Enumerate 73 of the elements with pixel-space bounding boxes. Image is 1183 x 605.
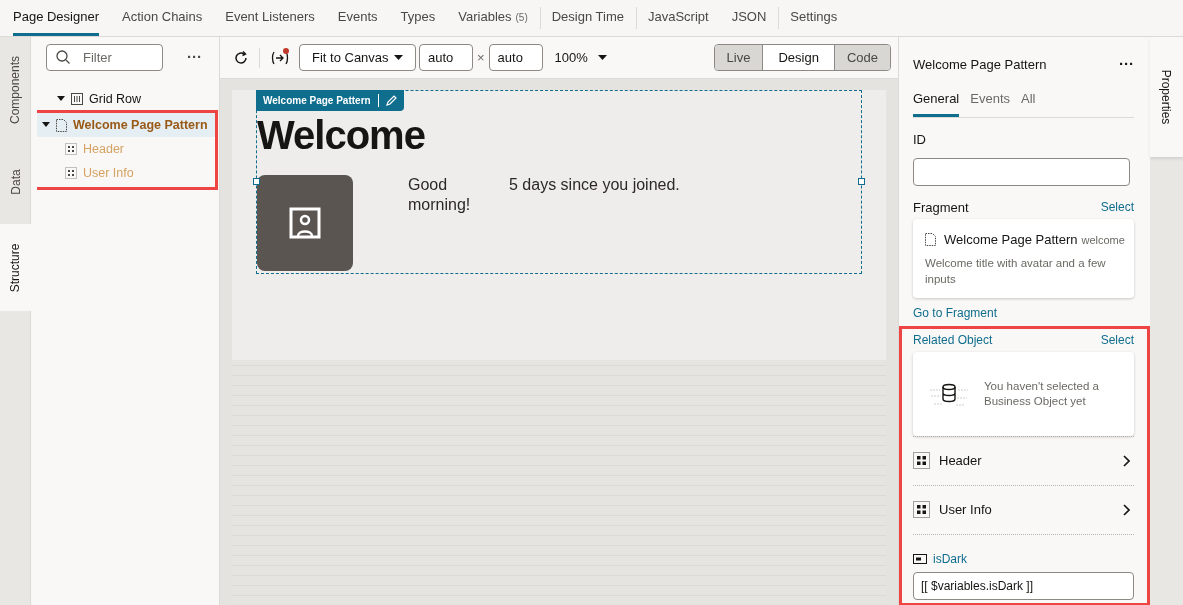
refresh-icon bbox=[234, 50, 248, 65]
go-to-fragment-link[interactable]: Go to Fragment bbox=[913, 303, 1134, 322]
id-field[interactable] bbox=[913, 157, 1130, 186]
caret-icon bbox=[57, 96, 65, 102]
top-tab[interactable]: JSON bbox=[731, 0, 767, 36]
inspector-tab[interactable]: General bbox=[913, 88, 960, 117]
mode-button[interactable]: Code bbox=[833, 45, 890, 70]
slot-icon bbox=[913, 501, 930, 518]
inspector-tab[interactable]: All bbox=[1021, 88, 1036, 117]
field-label: ID bbox=[913, 131, 927, 149]
width-field[interactable]: auto bbox=[419, 44, 473, 71]
side-tab[interactable]: Data bbox=[0, 142, 31, 222]
fit-dropdown[interactable]: Fit to Canvas bbox=[299, 44, 416, 71]
greeting-text: Good morning! bbox=[408, 175, 472, 215]
slot-icon bbox=[65, 143, 77, 155]
top-tab[interactable]: Design Time bbox=[551, 0, 624, 36]
times-sign: × bbox=[477, 48, 485, 67]
search-icon bbox=[56, 50, 70, 64]
parameter-field[interactable]: [[ $variables.isDark ]] bbox=[913, 571, 1134, 600]
resize-handle[interactable] bbox=[253, 178, 260, 185]
slot-icon bbox=[913, 452, 930, 469]
field-label: Fragment bbox=[913, 198, 969, 217]
zoom-dropdown[interactable]: 100% bbox=[554, 47, 607, 68]
side-tab[interactable]: Components bbox=[0, 37, 31, 142]
more-button[interactable]: ··· bbox=[1119, 53, 1134, 76]
parameter-label: isDark bbox=[933, 550, 967, 568]
top-tab[interactable]: Settings bbox=[790, 0, 838, 36]
panel-title: Welcome Page Pattern bbox=[913, 55, 1047, 74]
parameter-icon bbox=[913, 553, 927, 564]
welcome-heading: Welcome bbox=[257, 113, 425, 157]
slot-row[interactable]: Header bbox=[913, 435, 1134, 485]
select-link[interactable]: Select bbox=[1100, 197, 1134, 217]
chevron-right-icon bbox=[1123, 503, 1130, 516]
tree-item[interactable]: Grid Row bbox=[37, 87, 218, 111]
page-icon bbox=[925, 233, 936, 247]
grid-icon bbox=[71, 93, 83, 105]
slot-row[interactable]: User Info bbox=[913, 484, 1134, 534]
top-tab[interactable]: Events bbox=[337, 0, 378, 36]
top-tab[interactable]: Event Listeners bbox=[225, 0, 315, 36]
joined-text: 5 days since you joined. bbox=[509, 175, 680, 195]
filter-field[interactable]: Filter bbox=[46, 44, 163, 71]
mode-button[interactable]: Design bbox=[762, 45, 834, 70]
pencil-icon bbox=[385, 95, 397, 106]
page-icon bbox=[56, 118, 67, 132]
badge-label: Welcome Page Pattern bbox=[263, 94, 371, 108]
caret-icon bbox=[597, 55, 607, 60]
mode-button[interactable]: Live bbox=[714, 45, 763, 70]
fragment-name: Welcome Page Pattern bbox=[944, 231, 1078, 249]
inspector-tab[interactable]: Events bbox=[970, 88, 1010, 117]
more-button[interactable]: ··· bbox=[183, 46, 206, 69]
empty-state-text: You haven't selected a Business Object yet bbox=[984, 378, 1100, 409]
slot-icon bbox=[65, 167, 77, 179]
height-field[interactable]: auto bbox=[488, 44, 543, 71]
variable-button[interactable] bbox=[271, 49, 289, 66]
slot-label: User Info bbox=[939, 500, 992, 519]
fragment-id: welcome bbox=[1081, 232, 1125, 248]
fragment-description: Welcome title with avatar and a few inputs bbox=[925, 255, 1107, 287]
chevron-right-icon bbox=[1123, 454, 1130, 467]
top-tab[interactable]: JavaScript bbox=[648, 0, 709, 36]
caret-icon bbox=[394, 55, 403, 60]
section-title: Related Object bbox=[913, 331, 993, 349]
top-tab[interactable]: Variables (5) bbox=[458, 0, 528, 36]
top-tab[interactable]: Types bbox=[400, 0, 436, 36]
select-link[interactable]: Select bbox=[1100, 330, 1134, 349]
tree-item[interactable]: Welcome Page Pattern bbox=[37, 113, 215, 137]
side-tab[interactable]: Structure bbox=[0, 224, 31, 311]
variable-icon bbox=[271, 50, 289, 65]
avatar-icon bbox=[289, 207, 321, 239]
top-tab[interactable]: Action Chains bbox=[122, 0, 203, 36]
slot-label: Header bbox=[939, 451, 982, 470]
side-tab[interactable]: Properties bbox=[1150, 37, 1183, 157]
caret-icon bbox=[42, 122, 50, 128]
resize-handle[interactable] bbox=[858, 178, 865, 185]
